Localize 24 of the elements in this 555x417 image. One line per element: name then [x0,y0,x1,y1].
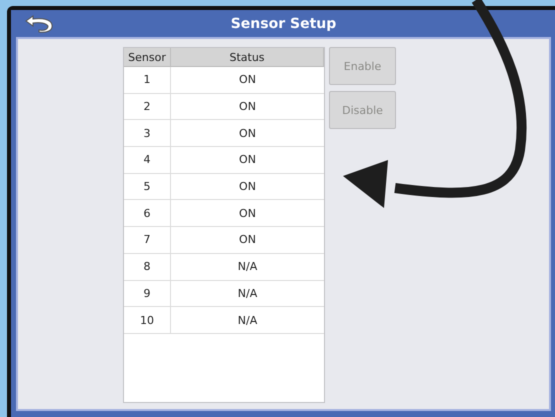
table-cell: 1 [124,67,171,93]
column-header: Sensor [124,48,171,66]
table-cell-text: N/A [236,286,258,302]
table-cell: 8 [124,254,171,280]
table-cell-text: ON [238,179,257,196]
table-cell: 3 [124,120,171,146]
table-cell: 5 [124,174,171,200]
table-cell-text: N/A [236,312,258,329]
table-cell-text: ON [238,232,257,248]
table-cell: 6 [124,200,171,226]
table-cell-text: ON [238,72,257,88]
table-cell-text: ON [238,99,257,116]
back-arrow-icon [24,13,54,33]
table-cell-text: ON [238,206,257,222]
table-cell-text: ON [238,126,257,142]
table-cell-text: N/A [236,259,258,276]
column-header: Status [171,48,324,66]
table-cell: 9 [124,280,171,306]
table-cell: 10 [124,307,171,333]
window-title: Sensor Setup [230,16,336,32]
table-cell: 4 [124,147,171,173]
table-cell: 2 [124,94,171,120]
table-cell-text: ON [238,152,257,168]
table-cell: 7 [124,227,171,253]
